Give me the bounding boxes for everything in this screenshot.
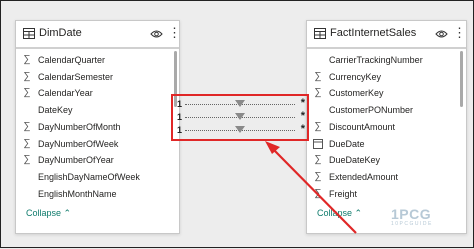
model-view-canvas: DimDate ⋮ ∑ CalendarQuarter ∑ CalendarSemes…: [0, 0, 474, 248]
watermark-logo: 1PCG 10PCGUIDE: [391, 206, 433, 227]
